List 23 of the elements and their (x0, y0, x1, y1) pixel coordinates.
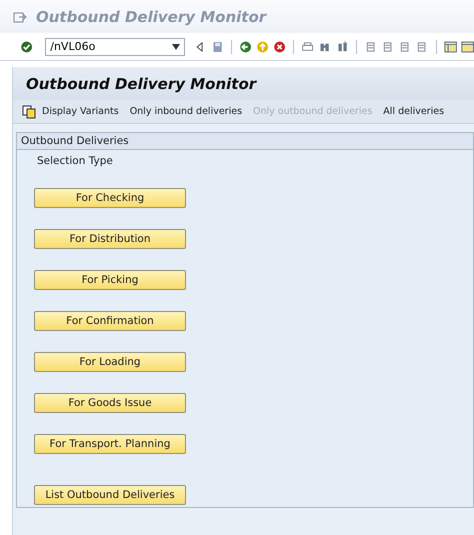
variants-icon (22, 104, 36, 118)
selection-button[interactable]: For Transport. Planning (34, 434, 186, 454)
dropdown-caret-icon[interactable] (172, 44, 180, 50)
window-title: Outbound Delivery Monitor (36, 8, 266, 26)
layout-icon[interactable] (444, 38, 457, 54)
selection-button[interactable]: For Confirmation (34, 311, 186, 331)
group-title: Outbound Deliveries (17, 133, 473, 150)
selection-button[interactable]: For Goods Issue (34, 393, 186, 413)
window-icon[interactable] (460, 38, 474, 54)
selection-button[interactable]: For Checking (34, 188, 186, 208)
selection-button[interactable]: For Distribution (34, 229, 186, 249)
toolbar-button[interactable]: Display Variants (22, 104, 119, 118)
selection-button[interactable]: For Loading (34, 352, 186, 372)
back-icon[interactable] (238, 38, 252, 54)
checkmark-icon[interactable] (20, 38, 34, 54)
cancel-icon[interactable] (273, 38, 286, 54)
toolbar-button[interactable]: All deliveries (383, 106, 444, 117)
field-label: Selection Type (37, 155, 114, 167)
command-field[interactable]: /nVL06o (45, 38, 186, 56)
screen-title: Outbound Delivery Monitor (13, 67, 474, 100)
list-button[interactable]: List Outbound Deliveries (34, 485, 186, 505)
toolbar-button[interactable]: Only inbound deliveries (130, 106, 242, 117)
selection-button[interactable]: For Picking (34, 270, 186, 290)
